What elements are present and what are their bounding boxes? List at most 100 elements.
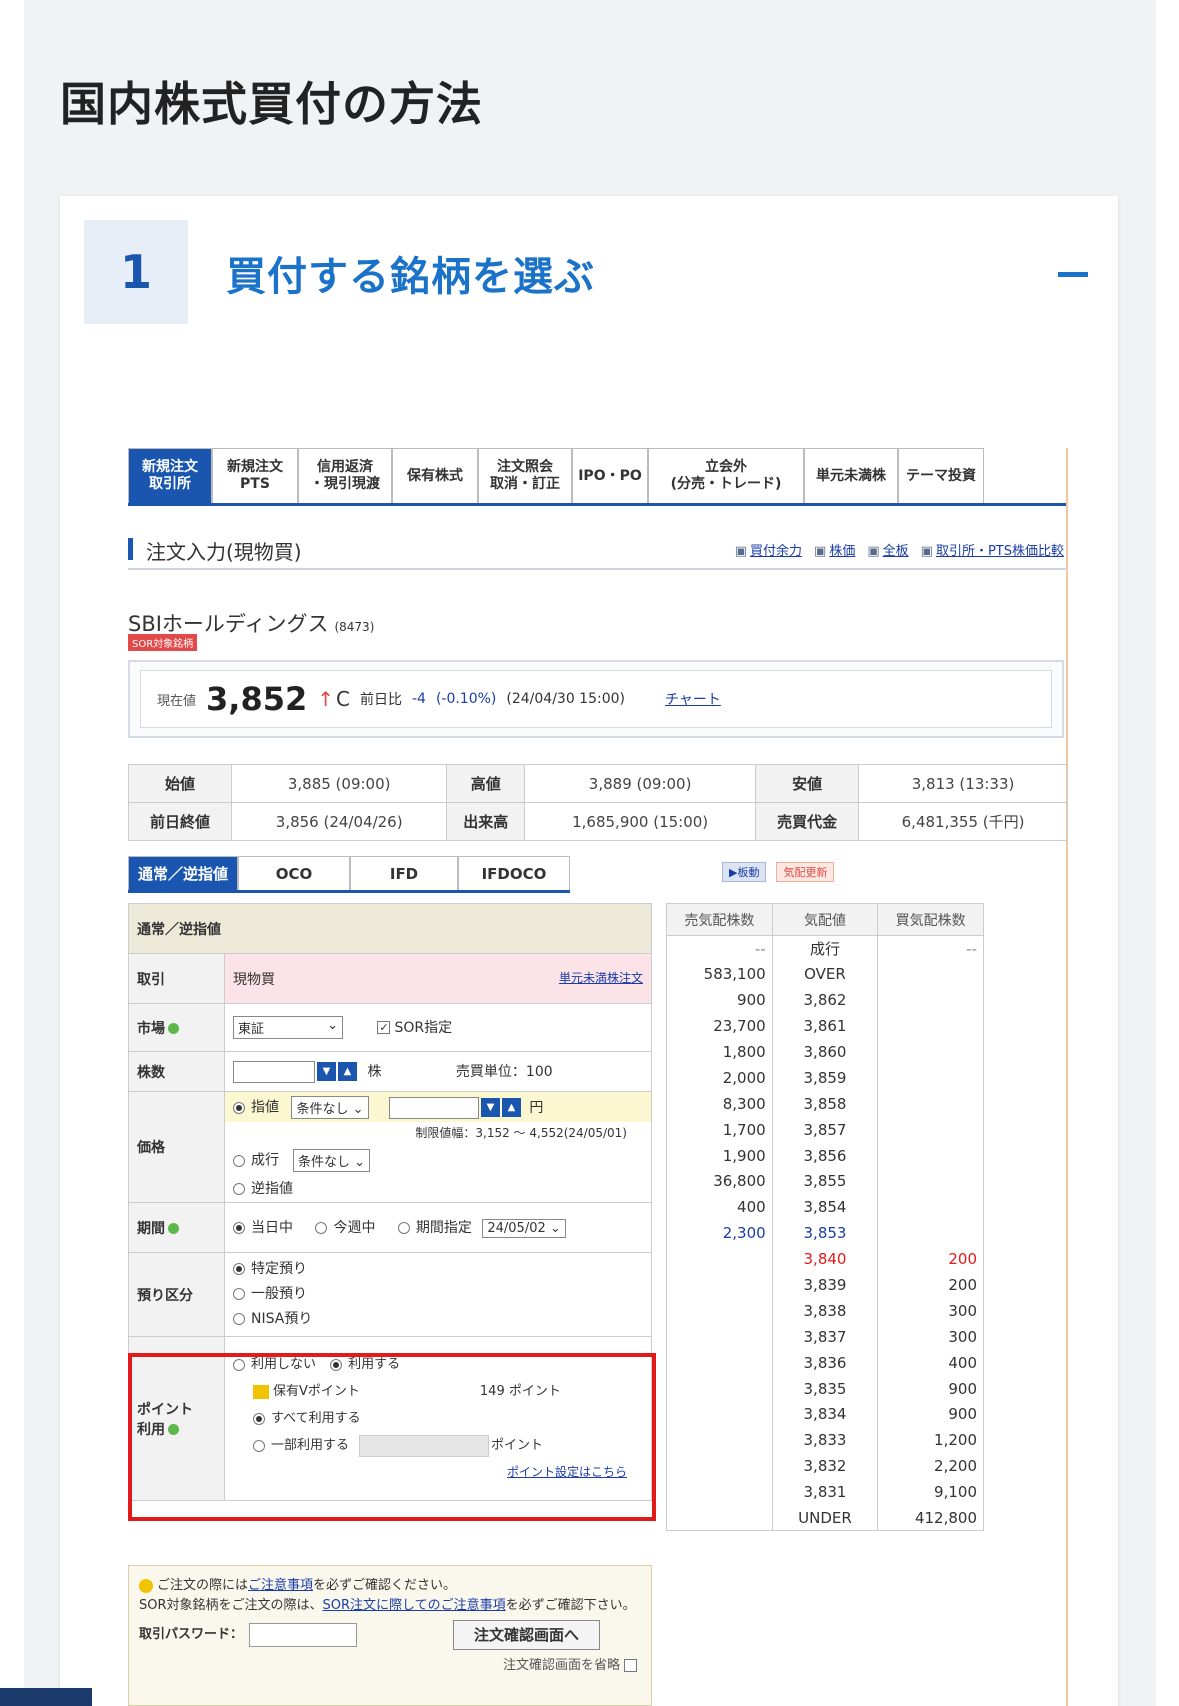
caution-link[interactable]: ご注意事項: [248, 1578, 313, 1593]
quote-price[interactable]: 3,858: [771, 1090, 879, 1117]
quote-price[interactable]: UNDER: [771, 1505, 879, 1532]
vpoint-icon: [253, 1384, 269, 1399]
bid-qty: [877, 1039, 984, 1065]
order-type-tab[interactable]: IFDOCO: [458, 856, 570, 890]
main-tab[interactable]: 立会外 (分売・トレード): [648, 448, 804, 503]
order-type-tab[interactable]: 通常／逆指値: [128, 856, 238, 890]
price-up-icon[interactable]: ▲: [501, 1098, 521, 1117]
quote-price[interactable]: 3,837: [771, 1323, 879, 1350]
quote-price[interactable]: 3,840: [771, 1246, 879, 1273]
header-link[interactable]: ▣ 買付余力: [735, 540, 802, 559]
quote-price[interactable]: 3,838: [771, 1297, 879, 1324]
main-tab[interactable]: 注文照会 取消・訂正: [478, 448, 572, 503]
quote-price[interactable]: 3,831: [771, 1479, 879, 1506]
quote-price[interactable]: 3,855: [771, 1168, 879, 1195]
ask-qty: 2,000: [666, 1064, 773, 1091]
sor-label: SOR指定: [394, 1019, 453, 1036]
main-tab[interactable]: 単元未満株: [804, 448, 898, 503]
header-link[interactable]: ▣ 全板: [867, 540, 908, 559]
sor-checkbox-wrap[interactable]: ✓ SOR指定: [377, 1020, 452, 1036]
quote-price[interactable]: 3,835: [771, 1375, 879, 1402]
part-use-radio[interactable]: [253, 1439, 265, 1452]
no-use-radio[interactable]: [233, 1358, 245, 1371]
price-mark: C: [336, 687, 350, 711]
quote-price[interactable]: 3,834: [771, 1401, 879, 1428]
nisa-radio[interactable]: [233, 1313, 245, 1325]
condition-select-1[interactable]: 条件なし ⌄: [291, 1096, 369, 1119]
qty-down-icon[interactable]: ▼: [317, 1062, 336, 1081]
order-type-tab[interactable]: OCO: [238, 856, 350, 890]
ippan-radio[interactable]: [233, 1288, 245, 1300]
yen-unit: 円: [529, 1099, 544, 1116]
skip-checkbox[interactable]: [624, 1659, 637, 1672]
order-heading: 注文入力(現物買) ▣ 買付余力 ▣ 株価 ▣ 全板 ▣ 取引所・PTS株価比較: [128, 532, 1068, 570]
market-order-radio[interactable]: [233, 1154, 245, 1167]
quote-price[interactable]: 3,857: [771, 1116, 879, 1143]
chart-link[interactable]: チャート: [665, 689, 721, 709]
market-select[interactable]: 東証 ⌄: [233, 1016, 343, 1039]
quote-price[interactable]: 3,859: [771, 1064, 879, 1091]
period-radio[interactable]: [397, 1222, 410, 1235]
quote-price[interactable]: 3,836: [771, 1349, 879, 1376]
price-time: (24/04/30 15:00): [506, 691, 625, 707]
sor-caution-link[interactable]: SOR注文に際してのご注意事項: [323, 1598, 506, 1613]
main-tab[interactable]: 信用返済 ・現引現渡: [298, 448, 392, 503]
collapse-icon[interactable]: [1058, 272, 1088, 277]
order-type-tab[interactable]: IFD: [350, 856, 458, 890]
order-screenshot: 新規注文 取引所 新規注文 PTS 信用返済 ・現引現渡 保有株式 注文照会 取消・訂正…: [128, 448, 1068, 1706]
header-link[interactable]: ▣ 取引所・PTS株価比較: [921, 540, 1064, 559]
condition-select-2[interactable]: 条件なし ⌄: [293, 1149, 371, 1172]
quote-price[interactable]: 3,861: [771, 1013, 879, 1040]
all-use-radio[interactable]: [253, 1412, 265, 1425]
chevron-down-icon: ⌄: [327, 1018, 338, 1033]
help-icon[interactable]: [168, 1424, 179, 1435]
point-input[interactable]: [359, 1434, 490, 1457]
tokutei-radio[interactable]: [233, 1263, 245, 1275]
bottom-tab[interactable]: [0, 1688, 92, 1706]
limit-radio[interactable]: [233, 1101, 245, 1114]
main-tab[interactable]: テーマ投資: [898, 448, 984, 503]
use-radio[interactable]: [330, 1358, 343, 1371]
quote-price[interactable]: 3,853: [771, 1220, 879, 1247]
bid-qty: [877, 1090, 984, 1117]
step-number: 1: [84, 220, 188, 324]
quote-update-button[interactable]: 気配更新: [776, 862, 835, 882]
quote-price[interactable]: 3,860: [771, 1039, 879, 1065]
quote-price[interactable]: 3,856: [771, 1142, 879, 1169]
stop-radio[interactable]: [233, 1183, 245, 1195]
quote-price[interactable]: 3,862: [771, 987, 879, 1014]
header-link[interactable]: ▣ 株価: [814, 540, 855, 559]
help-icon[interactable]: [168, 1023, 179, 1034]
board-header: 売気配株数: [666, 903, 773, 936]
quote-price[interactable]: OVER: [771, 961, 879, 988]
qty-input[interactable]: [233, 1060, 315, 1083]
point-settings-link[interactable]: ポイント設定はこちら: [507, 1465, 627, 1479]
qty-up-icon[interactable]: ▲: [338, 1062, 357, 1081]
quote-price[interactable]: 3,832: [771, 1453, 879, 1480]
ask-qty: [666, 1297, 773, 1324]
main-tab[interactable]: 保有株式: [392, 448, 478, 503]
odd-lot-link[interactable]: 単元未満株注文: [559, 969, 643, 986]
board-refresh-button[interactable]: ▶板動: [722, 862, 767, 882]
ask-qty: 36,800: [666, 1168, 773, 1195]
quote-price[interactable]: 3,839: [771, 1272, 879, 1298]
main-tab[interactable]: 新規注文 取引所: [128, 448, 212, 503]
ohlc-value: 3,885 (09:00): [230, 764, 448, 803]
header-link-label: 株価: [829, 544, 856, 559]
today-radio[interactable]: [233, 1222, 245, 1235]
price-down-icon[interactable]: ▼: [480, 1098, 500, 1117]
main-tab[interactable]: IPO・PO: [572, 448, 648, 503]
week-radio[interactable]: [315, 1222, 328, 1235]
confirm-order-button[interactable]: 注文確認画面へ: [453, 1620, 601, 1650]
ask-qty: [666, 1427, 773, 1454]
main-tab[interactable]: 新規注文 PTS: [212, 448, 298, 503]
price-input[interactable]: [388, 1096, 479, 1119]
quote-price[interactable]: 3,854: [771, 1194, 879, 1221]
quote-price[interactable]: 3,833: [771, 1427, 879, 1454]
period-date-select[interactable]: 24/05/02 ⌄: [482, 1218, 566, 1238]
help-icon[interactable]: [168, 1223, 179, 1234]
password-input[interactable]: [249, 1623, 358, 1647]
sor-checkbox[interactable]: ✓: [377, 1021, 391, 1034]
board-row: 2,300 3,853: [666, 1220, 984, 1247]
quote-price[interactable]: 成行: [771, 935, 879, 962]
